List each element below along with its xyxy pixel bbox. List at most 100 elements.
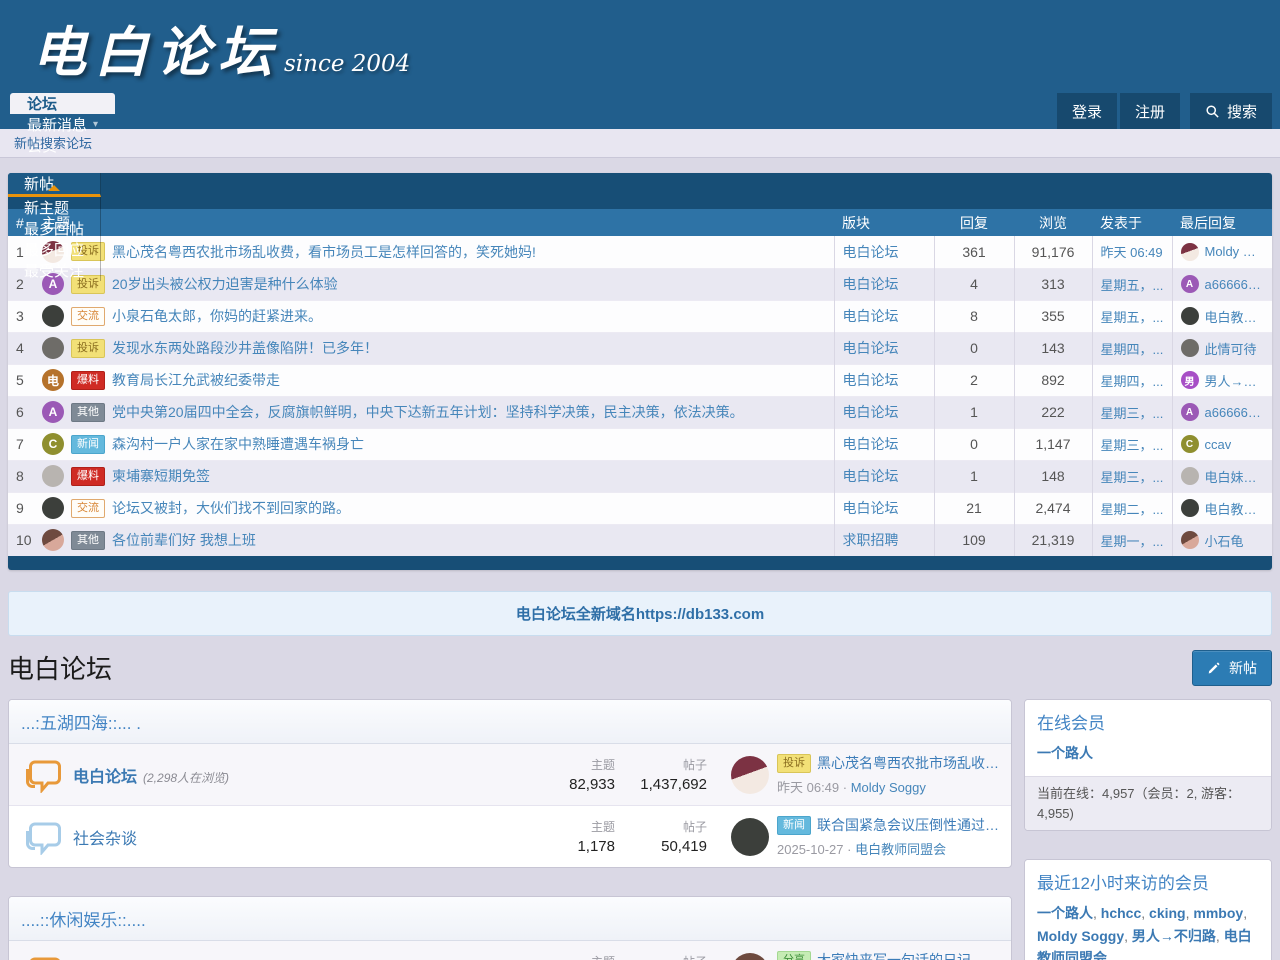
avatar[interactable] xyxy=(42,337,64,359)
last-reply-user-link[interactable]: 电白教师... xyxy=(1205,499,1265,518)
login-button[interactable]: 登录 xyxy=(1057,93,1117,129)
forum-link[interactable]: 电白论坛 xyxy=(843,404,899,420)
avatar[interactable] xyxy=(1181,499,1199,517)
posted-time-link[interactable]: 星期五，... xyxy=(1101,310,1164,325)
member-link[interactable]: 一个路人 xyxy=(1037,745,1093,761)
avatar[interactable] xyxy=(1181,531,1199,549)
avatar[interactable] xyxy=(1181,243,1199,261)
topic-link[interactable]: 柬埔寨短期免签 xyxy=(112,466,210,486)
nav-item[interactable]: 论坛 xyxy=(10,93,115,114)
avatar[interactable]: C xyxy=(42,433,64,455)
avatar[interactable] xyxy=(42,497,64,519)
last-reply-user-link[interactable]: 男人→不... xyxy=(1205,371,1265,390)
topic-link[interactable]: 各位前辈们好 我想上班 xyxy=(112,530,256,550)
replies-count: 361 xyxy=(934,236,1014,268)
avatar[interactable] xyxy=(42,465,64,487)
posted-time-link[interactable]: 星期四，... xyxy=(1101,342,1164,357)
avatar[interactable] xyxy=(42,529,64,551)
avatar[interactable] xyxy=(731,953,769,960)
forum-link[interactable]: 电白论坛 xyxy=(843,308,899,324)
forum-link[interactable]: 电白论坛 xyxy=(843,244,899,260)
topic-link[interactable]: 发现水东两处路段沙井盖像陷阱！已多年！ xyxy=(112,338,378,358)
subnav-link[interactable]: 搜索论坛 xyxy=(40,136,92,151)
posted-time-link[interactable]: 星期三，... xyxy=(1101,470,1164,485)
member-link[interactable]: cking xyxy=(1149,905,1193,921)
topic-link[interactable]: 小泉石龟太郎，你妈的赶紧进来。 xyxy=(112,306,322,326)
member-link[interactable]: Moldy Soggy xyxy=(1037,928,1132,944)
nav-item[interactable]: 最新消息 xyxy=(10,114,115,135)
logo-since: since 2004 xyxy=(284,51,410,93)
avatar[interactable] xyxy=(731,818,769,856)
posted-time-link[interactable]: 星期五，... xyxy=(1101,278,1164,293)
forum-link[interactable]: 电白论坛 xyxy=(843,340,899,356)
avatar[interactable]: C xyxy=(1181,435,1199,453)
posted-time-link[interactable]: 星期三，... xyxy=(1101,406,1164,421)
topic-link[interactable]: 黑心茂名粤西农批市场乱收费，看市场员工是怎样回答的，笑死她妈! xyxy=(112,242,536,262)
widget-tab[interactable]: 最受关注 xyxy=(8,260,101,281)
last-reply-user-link[interactable]: 小石龟 xyxy=(1205,531,1244,550)
avatar[interactable]: A xyxy=(1181,275,1199,293)
forum-link[interactable]: 电白论坛 xyxy=(843,276,899,292)
member-link[interactable]: 一个路人 xyxy=(1037,905,1101,921)
subnav: 新帖搜索论坛 xyxy=(0,129,1280,158)
notice-bar[interactable]: 电白论坛全新域名https://db133.com xyxy=(8,591,1272,636)
widget-tab[interactable]: 最多回帖 xyxy=(8,218,101,239)
last-reply-user-link[interactable]: a66666699 xyxy=(1205,277,1265,292)
avatar[interactable] xyxy=(42,305,64,327)
last-reply-user-link[interactable]: ccav xyxy=(1205,437,1232,452)
views-count: 21,319 xyxy=(1014,524,1092,556)
posted-time-link[interactable]: 星期二，... xyxy=(1101,502,1164,517)
forum-row: 电白论坛 (2,298人在浏览) 主题 82,933 帖子 1,437,692 … xyxy=(9,744,1011,805)
posted-time-link[interactable]: 星期四，... xyxy=(1101,374,1164,389)
forum-name-link[interactable]: 电白论坛 xyxy=(73,763,137,787)
last-reply-user-link[interactable]: 电白妹子... xyxy=(1205,467,1265,486)
forum-name-link[interactable]: 社会杂谈 xyxy=(73,825,137,849)
forum-link[interactable]: 电白论坛 xyxy=(843,372,899,388)
avatar[interactable]: A xyxy=(42,401,64,423)
last-post-title-link[interactable]: 联合国紧急会议压倒性通过… xyxy=(817,815,999,835)
avatar[interactable] xyxy=(1181,339,1199,357)
category-card: ...:五湖四海::... . 电白论坛 (2,298人在浏览) 主题 82,9… xyxy=(8,699,1012,868)
avatar[interactable] xyxy=(731,756,769,794)
topic-badge: 爆料 xyxy=(71,371,105,390)
search-button[interactable]: 搜索 xyxy=(1190,93,1272,129)
widget-tab[interactable]: 新帖 xyxy=(8,173,101,197)
logo[interactable]: 电白论坛 since 2004 xyxy=(0,0,1280,93)
last-reply-user-link[interactable]: Moldy So... xyxy=(1205,244,1265,259)
topic-link[interactable]: 论坛又被封，大伙们找不到回家的路。 xyxy=(112,498,350,518)
avatar[interactable]: A xyxy=(1181,403,1199,421)
last-reply-user-link[interactable]: a66666699 xyxy=(1205,405,1265,420)
last-post-author-link[interactable]: 电白教师同盟会 xyxy=(844,842,947,857)
avatar[interactable]: 男 xyxy=(1181,371,1199,389)
table-row: 4 投诉 发现水东两处路段沙井盖像陷阱！已多年！ 电白论坛 0 143 星期四，… xyxy=(8,332,1272,364)
member-link[interactable]: 男人→不归路 xyxy=(1132,928,1224,944)
posted-time-link[interactable]: 昨天 06:49 xyxy=(1101,245,1163,260)
subnav-link[interactable]: 新帖 xyxy=(14,136,40,151)
last-reply-user-link[interactable]: 此情可待 xyxy=(1205,339,1257,358)
last-post-author-link[interactable]: Moldy Soggy xyxy=(839,780,926,795)
forum-link[interactable]: 电白论坛 xyxy=(843,436,899,452)
member-link[interactable]: hchcc xyxy=(1101,905,1149,921)
new-post-button[interactable]: 新帖 xyxy=(1192,650,1272,686)
forum-link[interactable]: 求职招聘 xyxy=(843,532,899,548)
widget-tab[interactable]: 最多回应 xyxy=(8,239,101,260)
widget-tab[interactable]: 新主题 xyxy=(8,197,101,218)
last-reply-user-link[interactable]: 电白教师... xyxy=(1205,307,1265,326)
posted-time-link[interactable]: 星期一，... xyxy=(1101,534,1164,549)
avatar[interactable] xyxy=(1181,307,1199,325)
forum-link[interactable]: 电白论坛 xyxy=(843,468,899,484)
posted-time-link[interactable]: 星期三，... xyxy=(1101,438,1164,453)
last-post-title-link[interactable]: 大家快来写一句话的日记 xyxy=(817,950,971,960)
avatar[interactable]: 电 xyxy=(42,369,64,391)
topic-link[interactable]: 教育局长江允武被纪委带走 xyxy=(112,370,280,390)
member-link[interactable]: mmboy xyxy=(1193,905,1247,921)
topic-link[interactable]: 森沟村一户人家在家中熟睡遭遇车祸身亡 xyxy=(112,434,364,454)
register-button[interactable]: 注册 xyxy=(1120,93,1180,129)
forum-link[interactable]: 电白论坛 xyxy=(843,500,899,516)
topic-link[interactable]: 党中央第20届四中全会，反腐旗帜鲜明，中央下达新五年计划：坚持科学决策，民主决策… xyxy=(112,402,744,422)
table-row: 10 其他 各位前辈们好 我想上班 求职招聘 109 21,319 星期一，..… xyxy=(8,524,1272,556)
topic-badge: 投诉 xyxy=(71,339,105,358)
topic-link[interactable]: 20岁出头被公权力迫害是种什么体验 xyxy=(112,274,338,294)
avatar[interactable] xyxy=(1181,467,1199,485)
last-post-title-link[interactable]: 黑心茂名粤西农批市场乱收… xyxy=(817,753,999,773)
